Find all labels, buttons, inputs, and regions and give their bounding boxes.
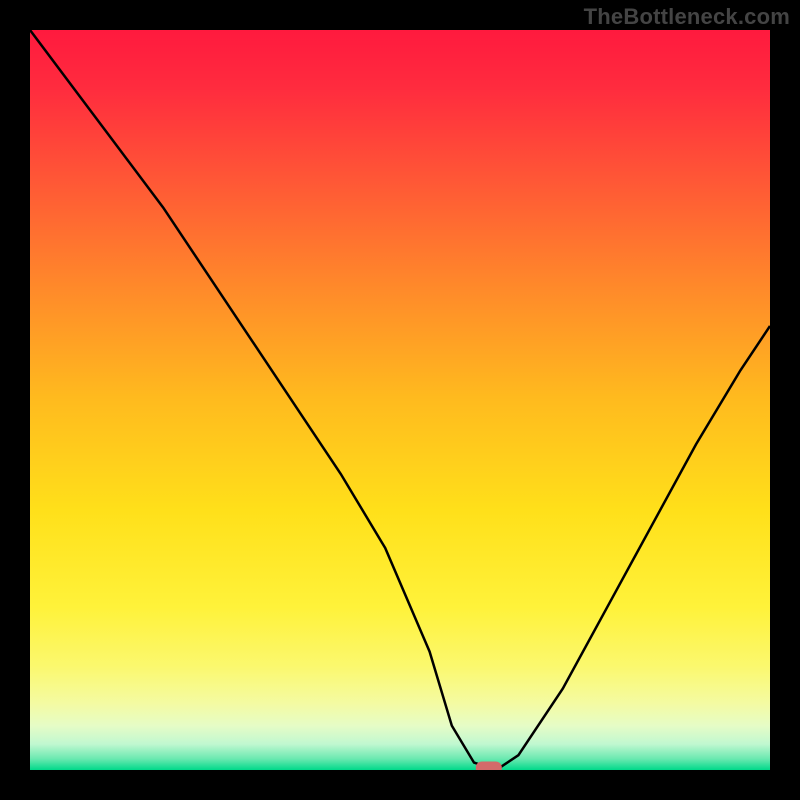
attribution-label: TheBottleneck.com: [584, 4, 790, 30]
optimal-marker: [476, 762, 502, 771]
bottleneck-chart: [30, 30, 770, 770]
chart-frame: TheBottleneck.com: [0, 0, 800, 800]
plot-background: [30, 30, 770, 770]
